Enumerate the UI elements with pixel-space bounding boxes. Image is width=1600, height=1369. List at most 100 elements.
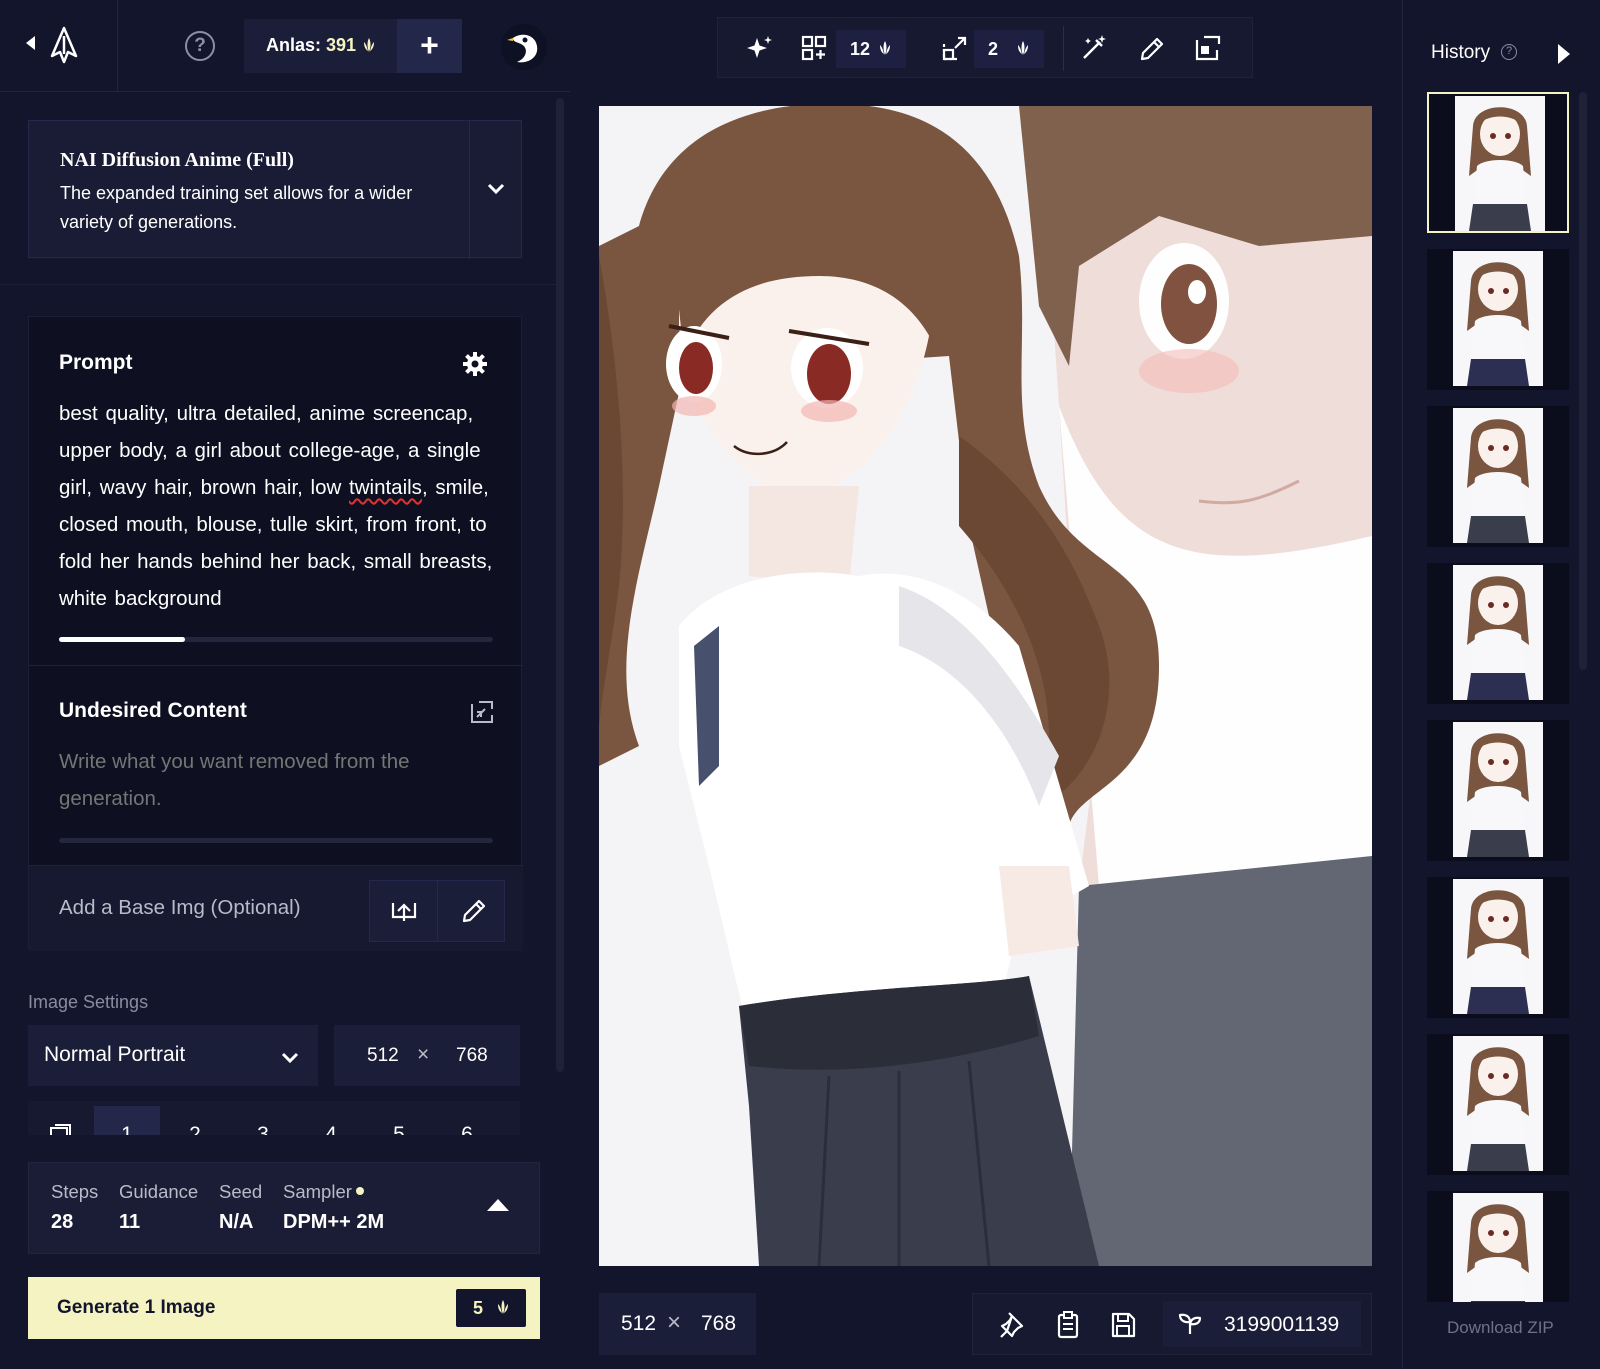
variations-cost: 12 — [850, 39, 871, 59]
history-thumbnail-image — [1453, 879, 1543, 1014]
paint-brush-icon[interactable] — [1136, 32, 1168, 64]
generate-label: Generate 1 Image — [57, 1297, 216, 1318]
history-title: History — [1431, 42, 1491, 63]
count-tab-5[interactable]: 5 — [366, 1119, 432, 1135]
guidance-value: 11 — [119, 1211, 141, 1233]
sampler-indicator-dot — [355, 1187, 364, 1195]
back-arrow-icon[interactable] — [26, 36, 35, 50]
paint-base-img-button[interactable] — [438, 881, 506, 941]
topbar-divider — [117, 0, 118, 92]
top-bar: ? Anlas: 391 + — [0, 0, 570, 92]
import-icon[interactable] — [469, 699, 495, 725]
help-icon[interactable]: ? — [185, 31, 215, 61]
history-thumbnail[interactable] — [1427, 406, 1569, 547]
steps-label: Steps — [51, 1181, 99, 1202]
width-input[interactable]: 512 — [367, 1045, 399, 1067]
base-img-label: Add a Base Img (Optional) — [59, 896, 301, 919]
novelai-logo-icon[interactable] — [46, 26, 82, 64]
image-dimensions: 512 × 768 — [599, 1293, 756, 1355]
count-tab-1[interactable]: 1 — [94, 1106, 160, 1135]
seed-param: Seed N/A — [219, 1181, 262, 1234]
history-thumbnail[interactable] — [1427, 720, 1569, 861]
section-divider — [0, 284, 556, 285]
clipboard-icon[interactable] — [1053, 1309, 1083, 1341]
anlas-icon — [880, 41, 890, 55]
prompt-token-bar — [59, 637, 493, 642]
prompt-divider — [29, 665, 523, 666]
history-thumbnail[interactable] — [1427, 1191, 1569, 1302]
download-zip-button[interactable]: Download ZIP — [1447, 1318, 1554, 1338]
history-thumbnail[interactable] — [1427, 92, 1569, 233]
anlas-label: Anlas: — [266, 35, 322, 55]
enhance-wand-icon[interactable] — [1078, 32, 1110, 64]
undesired-content-title: Undesired Content — [59, 699, 247, 722]
undesired-token-bar — [59, 838, 493, 843]
edit-image-icon[interactable] — [1192, 32, 1224, 64]
image-toolbar: 12 2 — [717, 17, 1253, 78]
count-tab-2[interactable]: 2 — [162, 1119, 228, 1135]
left-panel: ? Anlas: 391 + NAI Diffusion Anime (Full… — [0, 0, 570, 1369]
gear-icon[interactable] — [462, 351, 488, 377]
image-width: 512 — [621, 1312, 657, 1335]
prompt-title: Prompt — [59, 351, 133, 374]
prompt-input[interactable]: best quality, ultra detailed, anime scre… — [59, 395, 494, 617]
history-thumbnail[interactable] — [1427, 249, 1569, 390]
base-img-buttons — [369, 880, 505, 942]
history-thumbnail[interactable] — [1427, 877, 1569, 1018]
guidance-param: Guidance 11 — [119, 1181, 198, 1234]
generation-params[interactable]: Steps 28 Guidance 11 Seed N/A Sampler DP… — [28, 1162, 540, 1254]
variations-cost-badge[interactable]: 12 — [836, 30, 906, 68]
image-settings-label: Image Settings — [28, 992, 149, 1012]
generate-cost-badge: 5 — [456, 1289, 526, 1327]
save-icon[interactable] — [1108, 1309, 1138, 1341]
pencil-icon — [462, 899, 486, 923]
seed-value: N/A — [219, 1211, 254, 1233]
history-thumbnail-image — [1453, 408, 1543, 543]
buy-anlas-button[interactable]: + — [397, 19, 462, 73]
left-panel-scrollbar[interactable] — [556, 98, 564, 1072]
upscale-cost: 2 — [988, 39, 999, 59]
model-divider — [469, 121, 470, 259]
generated-image[interactable] — [599, 106, 1372, 1266]
history-thumbnail[interactable] — [1427, 563, 1569, 704]
undesired-content-input[interactable] — [59, 743, 479, 817]
count-tab-6[interactable]: 6 — [434, 1119, 500, 1135]
history-thumbnail-image — [1453, 722, 1543, 857]
generate-cost: 5 — [473, 1298, 484, 1318]
seed-value: 3199001139 — [1224, 1313, 1340, 1336]
sparkle-icon[interactable] — [744, 32, 776, 64]
help-icon[interactable]: ? — [1501, 44, 1517, 60]
prompt-misspelled-word: twintails — [349, 476, 422, 499]
collapse-arrow-icon[interactable] — [1558, 44, 1570, 64]
pin-icon[interactable] — [997, 1309, 1027, 1341]
upscale-icon[interactable] — [939, 32, 971, 64]
anlas-icon — [1018, 41, 1028, 55]
chevron-up-icon[interactable] — [487, 1199, 509, 1211]
dimensions-input: 512 × 768 — [334, 1025, 520, 1086]
history-scrollbar[interactable] — [1579, 92, 1587, 670]
history-thumbnail-image — [1453, 1193, 1543, 1302]
chevron-down-icon[interactable] — [485, 177, 507, 199]
count-tab-3[interactable]: 3 — [230, 1119, 296, 1135]
prompt-panel: Prompt best quality, ultra detailed, ani… — [28, 316, 523, 951]
generate-button[interactable]: Generate 1 Image 5 — [28, 1277, 540, 1339]
resolution-value: Normal Portrait — [44, 1043, 186, 1066]
seed-display[interactable]: 3199001139 — [1163, 1301, 1361, 1347]
anlas-icon — [364, 38, 374, 52]
upload-base-img-button[interactable] — [370, 881, 438, 941]
variations-icon[interactable] — [798, 32, 830, 64]
seed-sprout-icon — [1178, 1313, 1202, 1334]
times-sign: × — [417, 1043, 430, 1066]
model-selector[interactable]: NAI Diffusion Anime (Full) The expanded … — [28, 120, 522, 259]
history-thumbnails — [1427, 92, 1575, 1302]
avatar-icon[interactable] — [501, 24, 547, 70]
sampler-label: Sampler — [283, 1181, 384, 1203]
sampler-label-text: Sampler — [283, 1181, 352, 1202]
resolution-select[interactable]: Normal Portrait — [28, 1025, 318, 1086]
count-tab-4[interactable]: 4 — [298, 1119, 364, 1135]
base-img-row: Add a Base Img (Optional) — [29, 866, 523, 951]
height-input[interactable]: 768 — [456, 1045, 488, 1067]
history-thumbnail[interactable] — [1427, 1034, 1569, 1175]
upscale-cost-badge[interactable]: 2 — [974, 30, 1044, 68]
seed-label: Seed — [219, 1181, 263, 1202]
